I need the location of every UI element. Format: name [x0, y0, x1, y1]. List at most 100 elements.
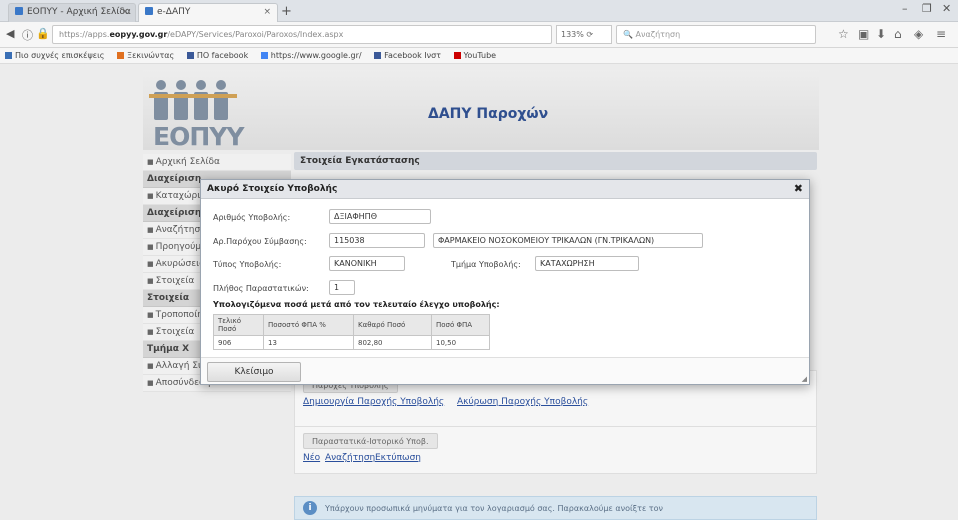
dialog-header: Ακυρό Στοιχείο Υποβολής ✖: [201, 180, 809, 199]
bullet-icon: ■: [147, 328, 154, 336]
sidebar-label: Ακυρώσεις: [155, 259, 205, 269]
tab-title: ΕΟΠΥΥ - Αρχική Σελίδα: [27, 7, 131, 17]
amounts-table: Τελικό Ποσό Ποσοστό ΦΠΑ % Καθαρό Ποσό Πο…: [213, 314, 490, 350]
url-prefix: https://apps.: [59, 30, 110, 39]
bookmark-icon: [117, 52, 125, 59]
new-link[interactable]: Νέο: [303, 453, 320, 463]
sidebar-label: Στοιχεία: [147, 293, 190, 303]
sidebar-label: Αρχική Σελίδα: [155, 157, 220, 167]
zoom-indicator[interactable]: 133% ⟳: [556, 25, 612, 44]
table-row: 906 13 802,80 10,50: [213, 335, 490, 350]
column-header: Ποσοστό ΦΠΑ %: [263, 314, 354, 336]
bullet-icon: ■: [147, 362, 154, 370]
resize-handle-icon[interactable]: ◢: [802, 375, 807, 383]
bookmark-label: Ξεκινώντας: [127, 51, 175, 60]
submission-no-label: Αριθμός Υποβολής:: [213, 213, 291, 222]
submission-no-field[interactable]: ΔΞΙΑΦΗΠΘ: [329, 209, 431, 224]
cancel-submission-link[interactable]: Ακύρωση Παροχής Υποβολής: [457, 397, 588, 407]
sidebar-label: Διαχείριση: [147, 174, 202, 184]
table-cell: 13: [263, 335, 354, 350]
bookmark-label: Facebook Ινστ: [384, 51, 441, 60]
section-title: Στοιχεία Εγκατάστασης: [294, 152, 817, 170]
bookmark-icon: [374, 52, 382, 59]
dialog-title: Ακυρό Στοιχείο Υποβολής: [207, 184, 338, 194]
bullet-icon: ■: [147, 311, 154, 319]
star-icon[interactable]: ☆: [838, 27, 849, 41]
bullet-icon: ■: [147, 277, 154, 285]
search-field[interactable]: 🔍 Αναζήτηση: [616, 25, 816, 44]
info-text: Υπάρχουν προσωπικά μηνύματα για τον λογα…: [325, 504, 663, 513]
favicon-icon: [145, 7, 153, 15]
dialog-footer: Κλείσιμο ◢: [201, 357, 809, 384]
column-header: Ποσό ΦΠΑ: [431, 314, 490, 336]
bullet-icon: ■: [147, 379, 154, 387]
close-icon[interactable]: ✖: [794, 182, 803, 195]
count-label: Πλήθος Παραστατικών:: [213, 284, 309, 293]
bookmark-item[interactable]: Ξεκινώντας: [112, 48, 179, 60]
favicon-icon: [15, 7, 23, 15]
table-cell: 802,80: [353, 335, 432, 350]
minimize-icon[interactable]: –: [902, 2, 908, 15]
create-submission-link[interactable]: Δημιουργία Παροχής Υποβολής: [303, 397, 444, 407]
provider-code-field[interactable]: 115038: [329, 233, 425, 248]
back-icon[interactable]: ◀: [6, 27, 14, 40]
sidebar-label: Στοιχεία: [155, 327, 195, 337]
provider-name-field[interactable]: ΦΑΡΜΑΚΕΙΟ ΝΟΣΟΚΟΜΕΙΟΥ ΤΡΙΚΑΛΩΝ (ΓΝ.ΤΡΙΚΑ…: [433, 233, 703, 248]
bookmark-label: YouTube: [463, 51, 497, 60]
bookmark-icon: [453, 52, 461, 59]
people-logo-icon: [149, 80, 237, 120]
search-placeholder: Αναζήτηση: [635, 30, 681, 39]
lock-icon: 🔒: [36, 27, 50, 40]
bullet-icon: ■: [147, 192, 154, 200]
info-icon[interactable]: ⓘ: [22, 27, 33, 43]
amounts-table-title: Υπολογιζόμενα ποσά μετά από τον τελευταί…: [213, 300, 500, 309]
table-header-row: Τελικό Ποσό Ποσοστό ΦΠΑ % Καθαρό Ποσό Πο…: [213, 314, 490, 336]
url-path: /eDAPY/Services/Paroxoi/Paroxos/Index.as…: [167, 30, 344, 39]
address-bar[interactable]: https://apps.eopyy.gov.gr/eDAPY/Services…: [52, 25, 552, 44]
sidebar-item[interactable]: ■ Αρχική Σελίδα: [143, 154, 291, 171]
home-icon[interactable]: ⌂: [894, 27, 902, 41]
table-cell: 10,50: [431, 335, 490, 350]
category-field[interactable]: ΚΑΤΑΧΩΡΗΣΗ: [535, 256, 639, 271]
close-tab-icon[interactable]: ×: [263, 7, 271, 17]
info-message-bar: i Υπάρχουν προσωπικά μηνύματα για τον λο…: [294, 496, 817, 520]
logo-text: ΕΟΠΥΥ: [153, 122, 244, 151]
bookmarks-bar: Πιο συχνές επισκέψεις Ξεκινώντας ΠΟ face…: [0, 48, 958, 64]
sidebar-label: Διαχείριση: [147, 208, 202, 218]
maximize-icon[interactable]: ❐: [922, 2, 932, 15]
history-pill[interactable]: Παραστατικά-Ιστορικό Υποβ.: [303, 433, 438, 449]
browser-tab-active[interactable]: e-ΔΑΠΥ ×: [138, 3, 278, 22]
bookmark-label: Πιο συχνές επισκέψεις: [15, 51, 105, 60]
close-tab-icon[interactable]: ×: [121, 7, 129, 17]
bookmark-label: https://www.google.gr/: [270, 51, 362, 60]
menu-icon[interactable]: ≡: [936, 27, 946, 41]
url-domain: eopyy.gov.gr: [109, 30, 168, 39]
print-link[interactable]: Εκτύπωση: [375, 453, 421, 463]
bookmark-item[interactable]: Facebook Ινστ: [369, 48, 446, 60]
new-tab-icon[interactable]: +: [281, 4, 292, 19]
download-icon[interactable]: ⬇: [876, 27, 886, 41]
submission-details-dialog: Ακυρό Στοιχείο Υποβολής ✖ Αριθμός Υποβολ…: [200, 179, 810, 385]
bookmark-item[interactable]: ΠΟ facebook: [182, 48, 253, 60]
clipboard-icon[interactable]: ▣: [858, 27, 869, 41]
column-header: Τελικό Ποσό: [213, 314, 264, 336]
bullet-icon: ■: [147, 243, 154, 251]
pocket-icon[interactable]: ◈: [914, 27, 923, 41]
type-field[interactable]: ΚΑΝΟΝΙΚΗ: [329, 256, 405, 271]
bookmark-item[interactable]: https://www.google.gr/: [256, 48, 367, 60]
search-link[interactable]: Αναζήτηση: [325, 453, 375, 463]
zoom-value: 133%: [561, 30, 584, 39]
bookmark-icon: [260, 52, 268, 59]
bookmark-item[interactable]: YouTube: [449, 48, 502, 60]
column-header: Καθαρό Ποσό: [353, 314, 432, 336]
sidebar-label: Τμήμα Χ: [147, 344, 190, 354]
window-close-icon[interactable]: ✕: [942, 2, 951, 15]
type-label: Τύπος Υποβολής:: [213, 260, 282, 269]
browser-tab[interactable]: ΕΟΠΥΥ - Αρχική Σελίδα ×: [8, 3, 136, 22]
close-dialog-button[interactable]: Κλείσιμο: [207, 362, 301, 382]
browser-tab-bar: ΕΟΠΥΥ - Αρχική Σελίδα × e-ΔΑΠΥ × + – ❐ ✕: [0, 0, 958, 22]
history-panel: Παραστατικά-Ιστορικό Υποβ. Νέο Αναζήτηση…: [294, 426, 817, 474]
count-field[interactable]: 1: [329, 280, 355, 295]
bookmark-item[interactable]: Πιο συχνές επισκέψεις: [0, 48, 109, 60]
bullet-icon: ■: [147, 226, 154, 234]
